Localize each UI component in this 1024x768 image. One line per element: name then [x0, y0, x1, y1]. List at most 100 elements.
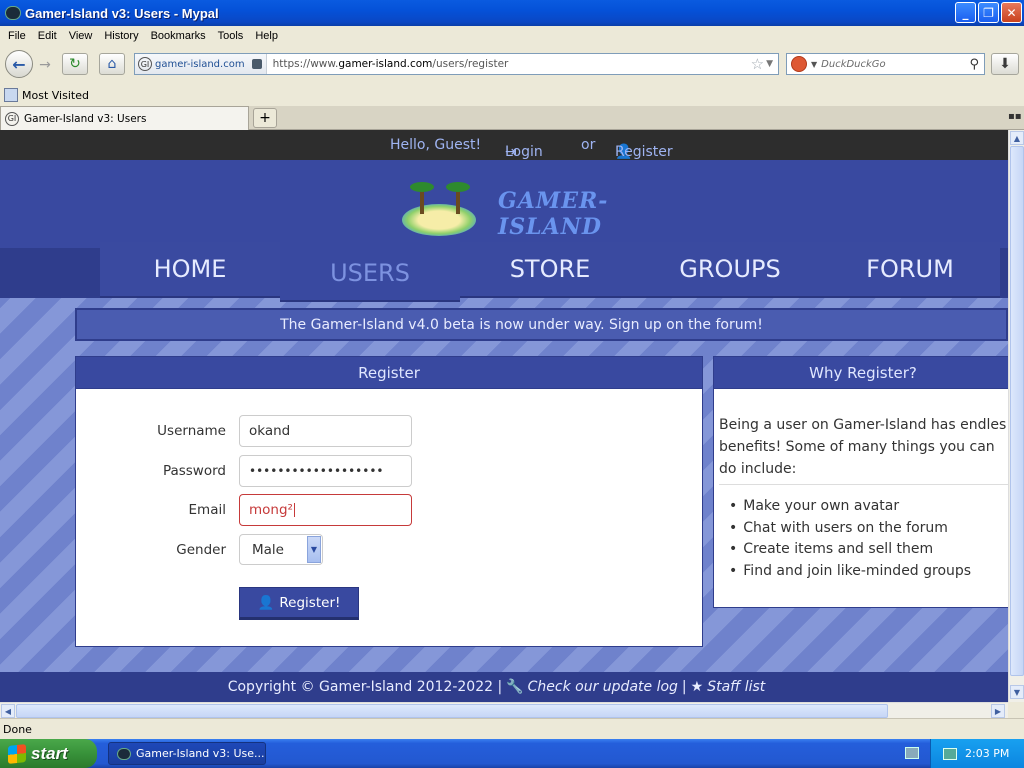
site-banner: GAMER-ISLAND HOME USERS STORE GROUPS FOR… — [0, 160, 1008, 302]
mypal-app-icon — [117, 747, 131, 760]
download-arrow-icon: ⬇ — [999, 56, 1011, 72]
vertical-scroll-thumb[interactable] — [1010, 146, 1024, 676]
scroll-down-icon[interactable]: ▼ — [1010, 685, 1024, 699]
update-log-link[interactable]: Check our update log — [528, 679, 678, 695]
url-prefix: https://www. — [272, 58, 339, 70]
site-favicon-icon: GI — [138, 57, 152, 71]
page-viewport: Hello, Guest! ⇥ Login or 👤 Register GAME… — [0, 130, 1008, 702]
list-item: Chat with users on the forum — [729, 518, 971, 540]
taskbar-window-button[interactable]: Gamer-Island v3: Use... — [108, 742, 266, 765]
bookmark-star-icon[interactable]: ☆ — [751, 55, 766, 73]
logo-text: GAMER-ISLAND — [498, 188, 609, 240]
scroll-up-icon[interactable]: ▲ — [1010, 131, 1024, 145]
vertical-scrollbar[interactable]: ▲ ▼ — [1008, 130, 1024, 702]
reload-button[interactable]: ↻ — [62, 53, 88, 75]
window-title: Gamer-Island v3: Users - Mypal — [25, 5, 219, 21]
why-intro-line: do include: — [719, 461, 797, 477]
back-arrow-icon: ← — [12, 54, 26, 74]
plus-icon: + — [259, 110, 271, 126]
username-label: Username — [157, 423, 226, 439]
text-caret — [293, 503, 295, 517]
keyboard-icon[interactable] — [905, 747, 919, 759]
menu-file[interactable]: File — [2, 30, 32, 42]
nav-home[interactable]: HOME — [100, 242, 280, 298]
menu-bar: File Edit View History Bookmarks Tools H… — [0, 26, 1024, 46]
url-bar[interactable]: GI gamer-island.com https://www.gamer-is… — [134, 53, 779, 75]
list-item: Make your own avatar — [729, 496, 971, 518]
minimize-button[interactable]: _ — [955, 2, 976, 23]
tab-strip: GI Gamer-Island v3: Users + ▪▪ — [0, 106, 1024, 130]
duckduckgo-icon[interactable] — [791, 56, 807, 72]
staff-list-link[interactable]: Staff list — [707, 679, 765, 695]
email-label: Email — [188, 502, 226, 518]
url-dropdown-icon[interactable]: ▼ — [766, 59, 778, 69]
search-engine-dropdown-icon[interactable]: ▼ — [811, 60, 817, 69]
search-icon[interactable]: ⚲ — [969, 57, 984, 72]
maximize-button[interactable]: ❐ — [978, 2, 999, 23]
new-tab-button[interactable]: + — [253, 108, 277, 128]
register-submit-label: Register! — [279, 594, 341, 611]
scroll-right-icon[interactable]: ▶ — [991, 704, 1005, 718]
nav-store[interactable]: STORE — [460, 242, 640, 298]
search-input[interactable]: DuckDuckGo — [821, 59, 969, 70]
taskbar: start Gamer-Island v3: Use... 2:03 PM — [0, 739, 1024, 768]
user-plus-icon: 👤 — [257, 594, 275, 611]
chevron-down-icon[interactable]: ▼ — [307, 536, 321, 563]
bookmark-folder-icon — [4, 88, 18, 102]
reload-icon: ↻ — [69, 56, 81, 72]
downloads-button[interactable]: ⬇ — [991, 53, 1019, 75]
navigation-toolbar: ← → ↻ ⌂ GI gamer-island.com https://www.… — [0, 46, 1024, 84]
main-navigation: HOME USERS STORE GROUPS FORUM — [0, 242, 1008, 302]
or-text: or — [581, 137, 596, 153]
status-bar: Done — [0, 718, 1024, 739]
scrollbar-corner — [1008, 702, 1024, 718]
menu-history[interactable]: History — [98, 30, 144, 42]
list-all-tabs-icon[interactable]: ▪▪ — [1008, 111, 1022, 122]
forward-button[interactable]: → — [34, 55, 56, 75]
tab-label: Gamer-Island v3: Users — [24, 112, 147, 125]
home-button[interactable]: ⌂ — [99, 53, 125, 75]
why-intro-line: Being a user on Gamer-Island has endles — [719, 417, 1007, 433]
scroll-left-icon[interactable]: ◀ — [1, 704, 15, 718]
site-logo[interactable]: GAMER-ISLAND — [398, 170, 688, 242]
clock[interactable]: 2:03 PM — [965, 747, 1009, 760]
greeting-text: Hello, Guest! — [390, 137, 482, 153]
site-identity-button[interactable]: GI gamer-island.com — [135, 54, 267, 74]
close-button[interactable]: ✕ — [1001, 2, 1022, 23]
search-bar[interactable]: ▼ DuckDuckGo ⚲ — [786, 53, 985, 75]
menu-tools[interactable]: Tools — [212, 30, 250, 42]
why-intro-line: benefits! Some of many things you can — [719, 439, 995, 455]
menu-help[interactable]: Help — [249, 30, 284, 42]
menu-edit[interactable]: Edit — [32, 30, 63, 42]
nav-users[interactable]: USERS — [280, 246, 460, 302]
menu-bookmarks[interactable]: Bookmarks — [145, 30, 212, 42]
url-path: /users/register — [432, 58, 509, 70]
register-submit-button[interactable]: 👤 Register! — [239, 587, 359, 620]
register-panel: Username okand Password ••••••••••••••••… — [75, 389, 703, 647]
menu-view[interactable]: View — [63, 30, 99, 42]
nav-groups[interactable]: GROUPS — [640, 242, 820, 298]
start-button[interactable]: start — [0, 739, 97, 768]
gender-select[interactable]: Male ▼ — [239, 534, 323, 565]
palm-leaves-icon — [410, 182, 434, 192]
status-text: Done — [3, 722, 32, 736]
wrench-icon: 🔧 — [506, 679, 524, 695]
gender-label: Gender — [176, 542, 226, 558]
email-input[interactable]: mong² — [239, 494, 412, 526]
username-input[interactable]: okand — [239, 415, 412, 447]
network-icon[interactable] — [943, 747, 957, 760]
window-titlebar[interactable]: Gamer-Island v3: Users - Mypal _ ❐ ✕ — [0, 0, 1024, 26]
url-input[interactable]: https://www.gamer-island.com/users/regis… — [267, 58, 751, 70]
bookmark-most-visited[interactable]: Most Visited — [22, 89, 89, 102]
site-user-bar: Hello, Guest! ⇥ Login or 👤 Register — [0, 130, 1008, 160]
back-button[interactable]: ← — [5, 50, 33, 78]
horizontal-scrollbar[interactable]: ◀ ▶ — [0, 702, 1008, 718]
tab-gamer-island-users[interactable]: GI Gamer-Island v3: Users — [0, 106, 249, 130]
nav-forum[interactable]: FORUM — [820, 242, 1000, 298]
island-logo-icon — [402, 204, 476, 236]
forward-arrow-icon: → — [39, 57, 51, 73]
tab-favicon-icon: GI — [5, 111, 19, 126]
palm-leaves-icon — [446, 182, 470, 192]
horizontal-scroll-thumb[interactable] — [16, 704, 888, 718]
password-input[interactable]: ••••••••••••••••••• — [239, 455, 412, 487]
